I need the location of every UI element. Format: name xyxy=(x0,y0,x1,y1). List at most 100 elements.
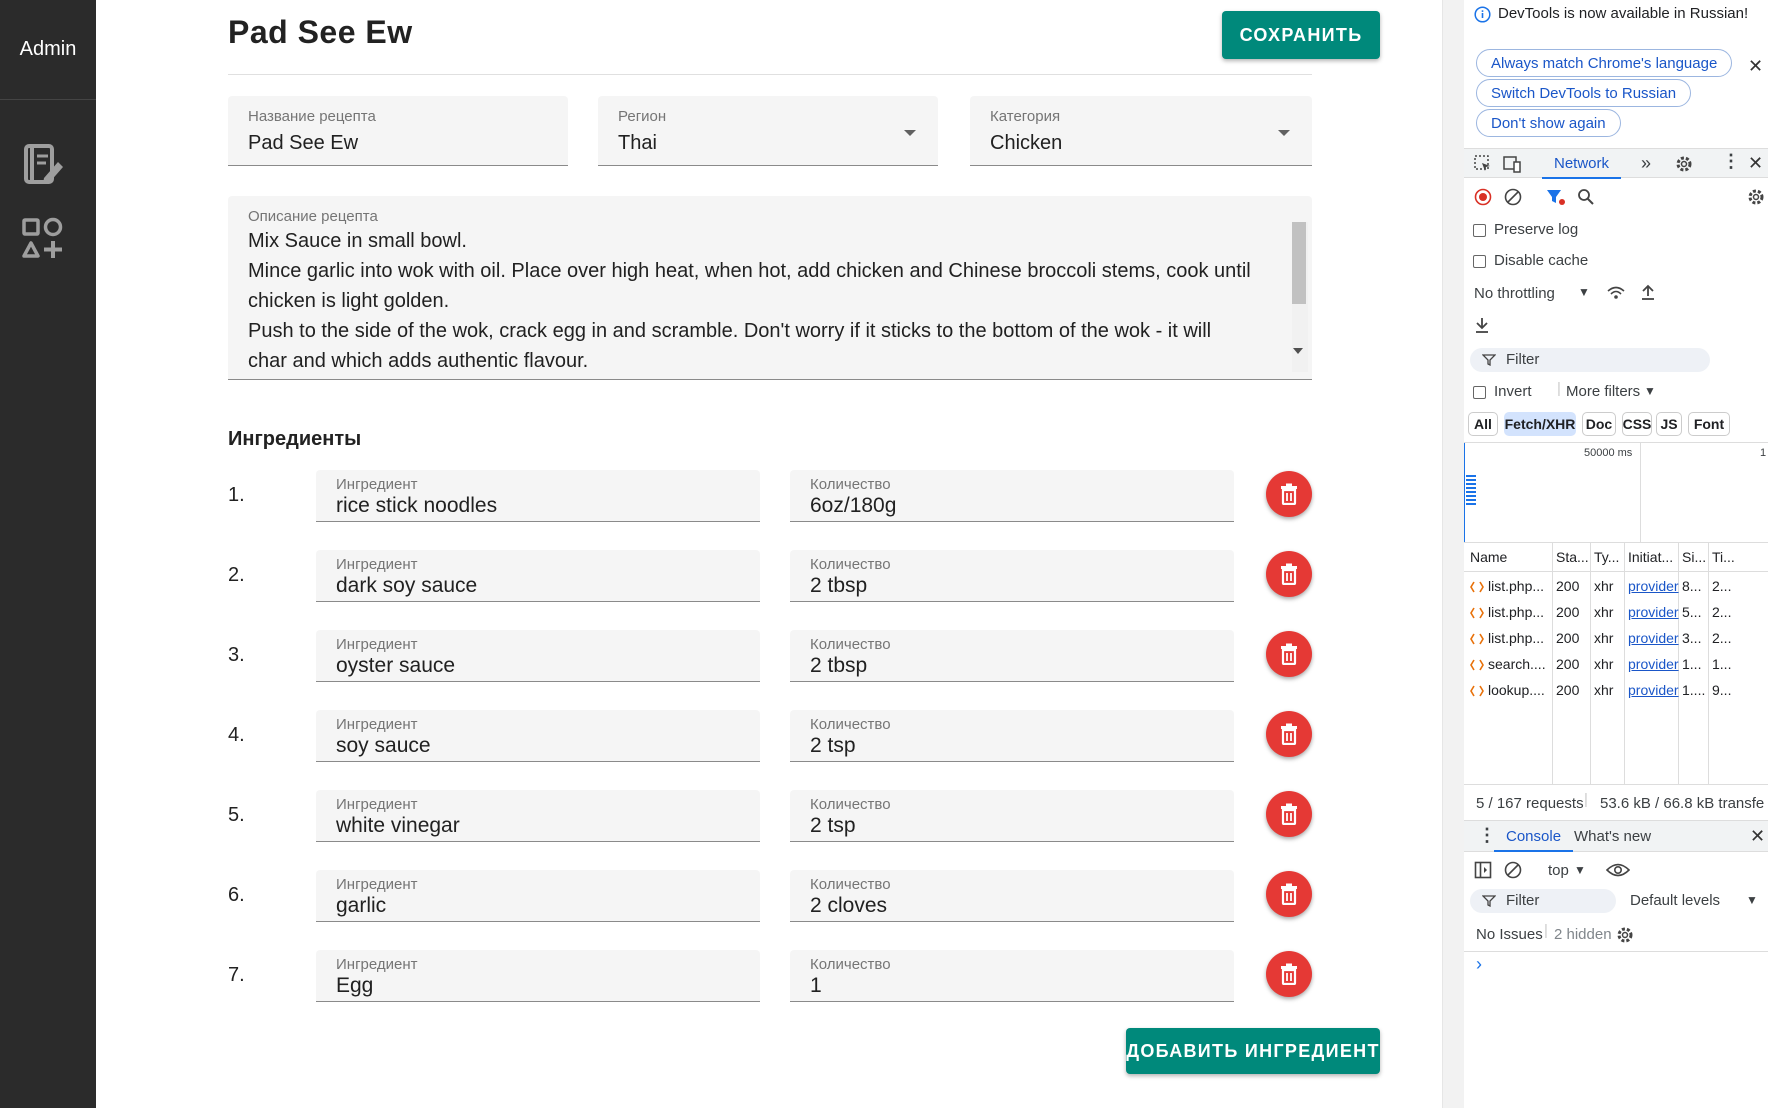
chevron-down-icon[interactable] xyxy=(904,130,916,136)
ingredient-name-field[interactable]: Ингредиент rice stick noodles xyxy=(316,470,760,522)
ingredient-quantity-field[interactable]: Количество 2 cloves xyxy=(790,870,1234,922)
request-row[interactable]: list.php... 200 xhr provider 5... 2... xyxy=(1464,600,1768,626)
ingredient-quantity-field[interactable]: Количество 2 tsp xyxy=(790,790,1234,842)
ingredient-quantity-field[interactable]: Количество 2 tbsp xyxy=(790,550,1234,602)
request-row[interactable]: search.... 200 xhr provider 1... 1... xyxy=(1464,652,1768,678)
console-filter-input[interactable]: Filter xyxy=(1470,889,1616,913)
ingredient-quantity-field[interactable]: Количество 6oz/180g xyxy=(790,470,1234,522)
tab-console[interactable]: Console xyxy=(1493,828,1574,852)
ingredient-name-field[interactable]: Ингредиент Egg xyxy=(316,950,760,1002)
request-initiator[interactable]: provider xyxy=(1628,682,1680,698)
recipe-description-field[interactable]: Описание рецепта Mix Sauce in small bowl… xyxy=(228,196,1312,380)
delete-ingredient-button[interactable] xyxy=(1266,471,1312,517)
upload-icon[interactable] xyxy=(1639,283,1657,301)
ingredient-name-value[interactable]: dark soy sauce xyxy=(336,574,477,598)
delete-ingredient-button[interactable] xyxy=(1266,951,1312,997)
request-initiator[interactable]: provider xyxy=(1628,630,1680,646)
scroll-down-arrow-icon[interactable] xyxy=(1293,348,1303,354)
request-name[interactable]: list.php... xyxy=(1488,604,1550,620)
kebab-menu-icon[interactable]: ⋮ xyxy=(1478,825,1496,846)
ingredient-name-value[interactable]: white vinegar xyxy=(336,814,460,838)
request-row[interactable]: list.php... 200 xhr provider 8... 2... xyxy=(1464,574,1768,600)
ingredient-quantity-value[interactable]: 1 xyxy=(810,974,822,998)
recipe-name-value[interactable]: Pad See Ew xyxy=(248,132,358,155)
inspect-element-icon[interactable] xyxy=(1474,155,1492,173)
delete-ingredient-button[interactable] xyxy=(1266,871,1312,917)
delete-ingredient-button[interactable] xyxy=(1266,551,1312,597)
description-scroll-thumb[interactable] xyxy=(1292,222,1306,304)
device-toggle-icon[interactable] xyxy=(1502,155,1522,173)
ingredient-quantity-value[interactable]: 2 tsp xyxy=(810,814,856,838)
filter-chip[interactable]: JS xyxy=(1656,412,1682,436)
filter-chip[interactable]: Doc xyxy=(1582,412,1616,436)
filter-chip[interactable]: CSS xyxy=(1622,412,1652,436)
ingredient-name-value[interactable]: oyster sauce xyxy=(336,654,455,678)
ingredient-quantity-value[interactable]: 2 cloves xyxy=(810,894,887,918)
ingredient-quantity-field[interactable]: Количество 2 tbsp xyxy=(790,630,1234,682)
ingredient-quantity-value[interactable]: 6oz/180g xyxy=(810,494,896,518)
invert-checkbox[interactable] xyxy=(1473,386,1486,399)
ingredient-name-field[interactable]: Ингредиент oyster sauce xyxy=(316,630,760,682)
chevron-down-icon[interactable]: ▼ xyxy=(1574,863,1586,877)
log-levels-select[interactable]: Default levels xyxy=(1630,892,1720,909)
chevron-down-icon[interactable]: ▼ xyxy=(1746,893,1758,907)
clear-console-icon[interactable] xyxy=(1504,861,1522,879)
filter-chip[interactable]: Fetch/XHR xyxy=(1504,412,1576,436)
request-row[interactable]: lookup.... 200 xhr provider 1.... 9... xyxy=(1464,678,1768,704)
ingredient-name-value[interactable]: rice stick noodles xyxy=(336,494,497,518)
disable-cache-checkbox[interactable] xyxy=(1473,255,1486,268)
add-ingredient-button[interactable]: Добавить ингредиент xyxy=(1126,1028,1380,1074)
description-text[interactable]: Mix Sauce in small bowl. Mince garlic in… xyxy=(248,226,1278,376)
save-button[interactable]: Сохранить xyxy=(1222,11,1380,59)
category-value[interactable]: Chicken xyxy=(990,132,1062,155)
network-conditions-icon[interactable] xyxy=(1606,284,1626,302)
request-name[interactable]: list.php... xyxy=(1488,578,1550,594)
ingredient-name-value[interactable]: soy sauce xyxy=(336,734,431,758)
request-name[interactable]: search.... xyxy=(1488,656,1550,672)
more-filters-button[interactable]: More filters xyxy=(1566,383,1640,400)
region-value[interactable]: Thai xyxy=(618,132,657,155)
download-icon[interactable] xyxy=(1473,316,1491,334)
console-settings-icon[interactable] xyxy=(1616,926,1634,944)
preserve-log-checkbox[interactable] xyxy=(1473,224,1486,237)
filter-chip[interactable]: Font xyxy=(1688,412,1730,436)
gear-icon[interactable] xyxy=(1675,155,1693,173)
request-name[interactable]: list.php... xyxy=(1488,630,1550,646)
ingredient-name-value[interactable]: garlic xyxy=(336,894,386,918)
clear-icon[interactable] xyxy=(1504,188,1522,206)
more-tabs-icon[interactable]: » xyxy=(1641,153,1651,174)
switch-language-button[interactable]: Switch DevTools to Russian xyxy=(1476,79,1692,107)
ingredient-quantity-value[interactable]: 2 tsp xyxy=(810,734,856,758)
chevron-down-icon[interactable]: ▼ xyxy=(1578,285,1590,299)
match-language-button[interactable]: Always match Chrome's language xyxy=(1476,49,1733,77)
eye-icon[interactable] xyxy=(1606,862,1630,878)
kebab-menu-icon[interactable]: ⋮ xyxy=(1722,151,1740,172)
request-initiator[interactable]: provider xyxy=(1628,604,1680,620)
ingredient-name-field[interactable]: Ингредиент soy sauce xyxy=(316,710,760,762)
chevron-down-icon[interactable]: ▼ xyxy=(1644,384,1656,398)
tab-network[interactable]: Network xyxy=(1541,155,1622,179)
filter-chip[interactable]: All xyxy=(1468,412,1498,436)
request-name[interactable]: lookup.... xyxy=(1488,682,1550,698)
throttling-select[interactable]: No throttling xyxy=(1474,285,1555,302)
ingredient-name-field[interactable]: Ингредиент garlic xyxy=(316,870,760,922)
column-header[interactable]: Name xyxy=(1470,549,1552,565)
column-header[interactable]: Si... xyxy=(1682,549,1710,565)
network-settings-icon[interactable] xyxy=(1747,188,1765,206)
close-devtools-icon[interactable]: ✕ xyxy=(1748,153,1763,174)
close-icon[interactable]: ✕ xyxy=(1748,56,1763,77)
recipe-book-edit-icon[interactable] xyxy=(18,140,68,190)
column-header[interactable]: Initiat... xyxy=(1628,549,1680,565)
ingredient-name-value[interactable]: Egg xyxy=(336,974,373,998)
ingredient-name-field[interactable]: Ингредиент dark soy sauce xyxy=(316,550,760,602)
request-row[interactable]: list.php... 200 xhr provider 3... 2... xyxy=(1464,626,1768,652)
filter-icon[interactable] xyxy=(1546,188,1566,206)
delete-ingredient-button[interactable] xyxy=(1266,631,1312,677)
column-header[interactable]: Ti... xyxy=(1712,549,1762,565)
recipe-name-field[interactable]: Название рецепта Pad See Ew xyxy=(228,96,568,166)
delete-ingredient-button[interactable] xyxy=(1266,711,1312,757)
request-initiator[interactable]: provider xyxy=(1628,578,1680,594)
close-drawer-icon[interactable]: ✕ xyxy=(1750,826,1765,847)
ingredient-quantity-value[interactable]: 2 tbsp xyxy=(810,574,867,598)
sidebar-toggle-icon[interactable] xyxy=(1474,861,1492,879)
